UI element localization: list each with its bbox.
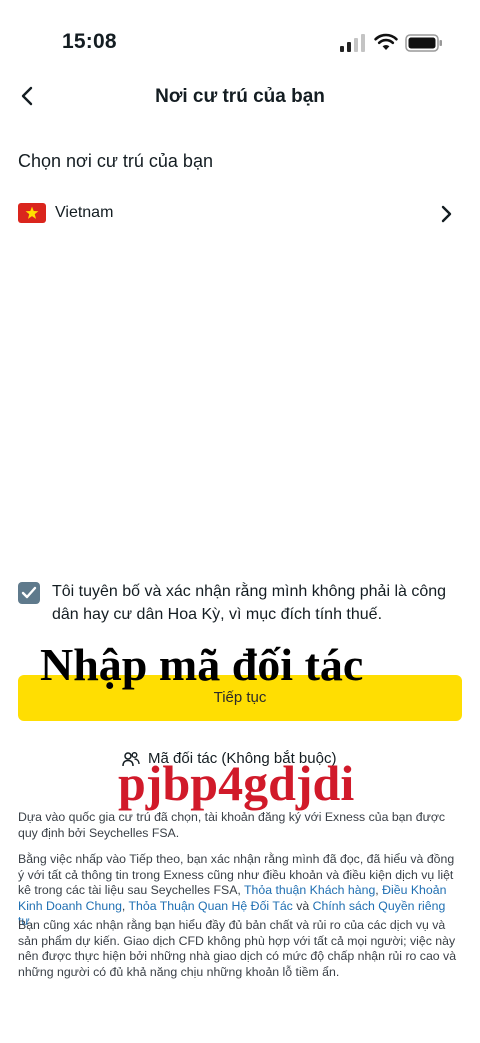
legal-risk-text: Bạn cũng xác nhận rằng bạn hiểu đầy đủ b… (18, 918, 457, 979)
us-declaration-text: Tôi tuyên bố và xác nhận rằng mình không… (52, 583, 447, 623)
legal-regulation-text: Dựa vào quốc gia cư trú đã chọn, tài kho… (18, 810, 446, 840)
signal-icon (340, 34, 365, 52)
us-declaration-checkbox[interactable] (18, 582, 40, 604)
client-agreement-link[interactable]: Thỏa thuận Khách hàng (244, 883, 375, 897)
separator: , (121, 898, 129, 913)
overlay-partner-code: pjbp4gdjdi (118, 755, 355, 811)
vietnam-flag-icon (18, 203, 46, 223)
overlay-heading: Nhập mã đối tác (40, 639, 364, 690)
continue-button-label: Tiếp tục (213, 689, 267, 706)
country-name: Vietnam (55, 204, 114, 221)
partnership-agreement-link[interactable]: Thỏa Thuận Quan Hệ Đối Tác (129, 899, 293, 913)
conjunction: và (292, 898, 313, 913)
page-title: Nơi cư trú của bạn (155, 86, 325, 107)
check-icon (21, 586, 37, 599)
residence-prompt: Chọn nơi cư trú của bạn (18, 151, 213, 171)
battery-icon (405, 34, 442, 52)
wifi-icon (374, 33, 398, 50)
status-time: 15:08 (62, 30, 117, 53)
chevron-right-icon (441, 205, 452, 223)
